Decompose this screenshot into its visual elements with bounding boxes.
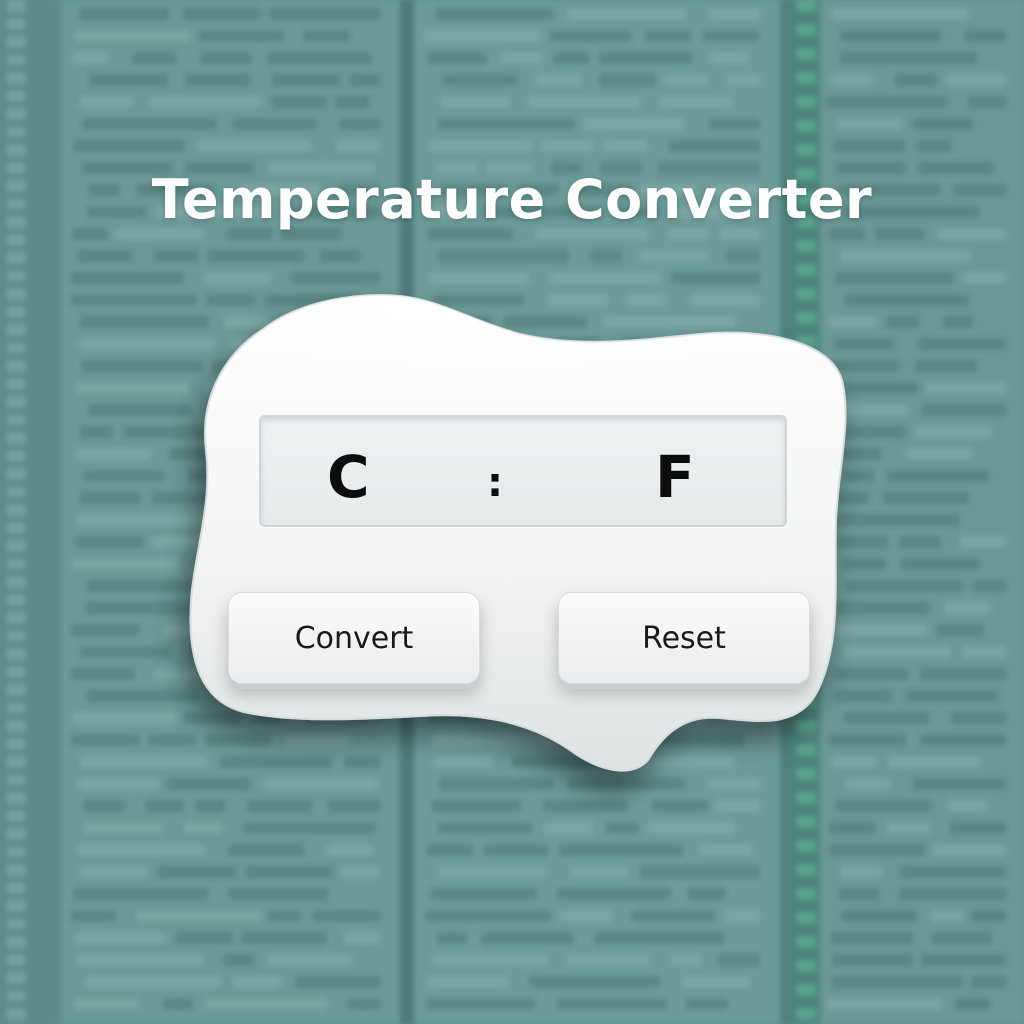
reset-button[interactable]: Reset	[558, 592, 810, 684]
celsius-unit-label: C	[327, 443, 370, 511]
convert-button[interactable]: Convert	[228, 592, 480, 684]
unit-separator: :	[487, 460, 503, 506]
temperature-display: C : F	[259, 415, 787, 527]
app-stage: Temperature Converter C : F Convert Rese…	[0, 0, 1024, 1024]
fahrenheit-unit-label: F	[655, 443, 695, 511]
